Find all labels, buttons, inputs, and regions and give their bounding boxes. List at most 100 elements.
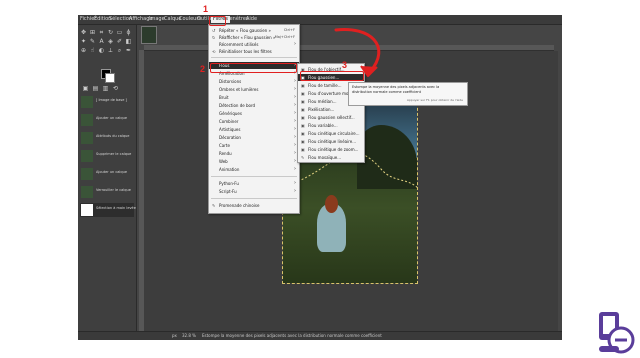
history-thumbnail (81, 168, 93, 180)
menu-item-bruit[interactable]: Bruit › (209, 94, 299, 101)
background-color-swatch[interactable] (105, 73, 115, 83)
layers-icon[interactable]: ▤ (92, 85, 99, 92)
chevron-right-icon: › (294, 126, 296, 132)
text-tool-icon[interactable]: A (98, 38, 105, 45)
history-item[interactable]: [ Image de base ] (80, 95, 134, 109)
filter-icon: ▣ (301, 131, 305, 136)
clone-tool-icon[interactable]: ⊕ (80, 47, 87, 54)
menu-item-promenade-chinoise[interactable]: ✎ Promenade chinoise (209, 202, 299, 209)
step-number-2: 2 (200, 64, 206, 74)
toolbox: ✥ ⊞ ⌗ ↻ ▭ ϕ ✦ ✎ A ◈ ✐ ◧ ⊕ ☝ ◐ ⟂ ⌕ ✒ ▣ ▤ … (78, 25, 137, 340)
menu-item-script-fu[interactable]: Script-Fu › (209, 188, 299, 195)
menu-separator (211, 57, 297, 58)
status-message: Estompe la moyenne des pixels adjacents … (202, 333, 382, 338)
menu-item-animation[interactable]: Animation › (209, 166, 299, 173)
menu-item-artistiques[interactable]: Artistiques › (209, 126, 299, 133)
brush-tool-icon[interactable]: ✐ (116, 38, 123, 45)
menu-item-decoration[interactable]: Décoration › (209, 134, 299, 141)
menu-aide[interactable]: Aide (246, 16, 257, 23)
menu-item-reset-filters[interactable]: ⟲ Réinitialiser tous les filtres (209, 48, 299, 55)
reset-icon: ⟲ (212, 49, 216, 54)
menu-item-ombres[interactable]: Ombres et lumières › (209, 86, 299, 93)
menu-item-generiques[interactable]: Génériques › (209, 110, 299, 117)
menu-item-detection-bord[interactable]: Détection de bord › (209, 102, 299, 109)
history-item[interactable]: Ajouter un calque (80, 167, 134, 181)
history-item[interactable]: Sélection à main levée (80, 203, 136, 217)
filter-icon: ▣ (301, 83, 305, 88)
smudge-tool-icon[interactable]: ☝ (89, 47, 96, 54)
filter-icon: ▣ (301, 115, 305, 120)
filter-icon: ▣ (301, 123, 305, 128)
submenu-item[interactable]: ▣ Pixélisation... (298, 106, 364, 113)
history-label: Ajouter un calque (96, 170, 127, 174)
chevron-right-icon: › (294, 158, 296, 164)
history-item[interactable]: Verrouiller le calque (80, 185, 134, 199)
lasso-tool-icon[interactable]: ϕ (125, 29, 132, 36)
chevron-right-icon: › (294, 180, 296, 186)
submenu-item[interactable]: ▣ Flou cinétique de zoom... (298, 146, 364, 153)
history-item[interactable]: Ajouter un calque (80, 113, 134, 127)
unit-select[interactable]: px (172, 333, 177, 339)
highlight-box-flous (210, 63, 297, 73)
image-icon[interactable]: ▣ (82, 85, 89, 92)
menu-item-web[interactable]: Web › (209, 158, 299, 165)
history-item[interactable]: Supprimer le calque (80, 149, 134, 163)
submenu-item[interactable]: ✎ Flou mosaïque... (298, 154, 364, 161)
submenu-item[interactable]: ▣ Flou variable... (298, 122, 364, 129)
select-rect-icon[interactable]: ▭ (116, 29, 123, 36)
eraser-tool-icon[interactable]: ◧ (125, 38, 132, 45)
move-tool-icon[interactable]: ✥ (80, 29, 87, 36)
zoom-tool-icon[interactable]: ⌕ (116, 47, 123, 54)
reshow-icon: ↻ (212, 35, 216, 40)
history-item[interactable]: Attributs du calque (80, 131, 134, 145)
chevron-right-icon: › (294, 118, 296, 124)
menu-separator (211, 198, 297, 199)
menubar: Fichier Édition Sélection Affichage Imag… (78, 15, 562, 25)
submenu-item[interactable]: ▣ Flou cinétique linéaire... (298, 138, 364, 145)
history-thumbnail (81, 114, 93, 126)
zoom-select[interactable]: 32.8 % (182, 333, 196, 339)
history-label: Sélection à main levée (96, 206, 136, 210)
filter-icon: ▣ (301, 99, 305, 104)
chevron-right-icon: › (294, 94, 296, 100)
dodge-tool-icon[interactable]: ◐ (98, 47, 105, 54)
menu-image[interactable]: Image (149, 16, 165, 23)
menu-item-repeat[interactable]: ↺ Répéter « Flou gaussien » Ctrl+F (209, 27, 299, 34)
menu-item-rendu[interactable]: Rendu › (209, 150, 299, 157)
menu-item-distorsions[interactable]: Distorsions › (209, 78, 299, 85)
submenu-item[interactable]: ▣ Flou cinétique circulaire... (298, 130, 364, 137)
channels-icon[interactable]: ▥ (102, 85, 109, 92)
chevron-right-icon: › (294, 86, 296, 92)
menu-item-carte[interactable]: Carte › (209, 142, 299, 149)
align-tool-icon[interactable]: ⊞ (89, 29, 96, 36)
submenu-item[interactable]: ▣ Flou gaussien sélectif... (298, 114, 364, 121)
menu-item-combiner[interactable]: Combiner › (209, 118, 299, 125)
color-picker-icon[interactable]: ✒ (125, 47, 132, 54)
filter-icon: ✎ (301, 155, 305, 160)
chevron-right-icon: › (294, 142, 296, 148)
crop-tool-icon[interactable]: ⌗ (98, 29, 105, 36)
filter-icon: ▣ (301, 139, 305, 144)
bucket-tool-icon[interactable]: ◈ (107, 38, 114, 45)
menu-separator (211, 176, 297, 177)
chevron-right-icon: › (294, 41, 296, 47)
chevron-right-icon: › (294, 166, 296, 172)
paths-tool-icon[interactable]: ✎ (89, 38, 96, 45)
history-thumbnail (81, 150, 93, 162)
rotate-tool-icon[interactable]: ↻ (107, 29, 114, 36)
chevron-right-icon: › (294, 188, 296, 194)
chevron-right-icon: › (294, 134, 296, 140)
history-icon[interactable]: ⟲ (112, 85, 119, 92)
highlight-box-filtres (209, 16, 226, 26)
chevron-right-icon: › (294, 150, 296, 156)
measure-tool-icon[interactable]: ⟂ (107, 47, 114, 54)
menu-item-reshow[interactable]: ↻ Réafficher « Flou gaussien » Maj+Ctrl+… (209, 34, 299, 41)
fuzzy-select-icon[interactable]: ✦ (80, 38, 87, 45)
history-label: Ajouter un calque (96, 116, 127, 120)
image-tab-thumbnail[interactable] (141, 26, 157, 44)
menu-item-python-fu[interactable]: Python-Fu › (209, 180, 299, 187)
filter-icon: ▣ (301, 91, 305, 96)
history-label: Attributs du calque (96, 134, 130, 138)
menu-item-recent[interactable]: Récemment utilisés › (209, 41, 299, 48)
site-logo-icon (599, 312, 635, 354)
